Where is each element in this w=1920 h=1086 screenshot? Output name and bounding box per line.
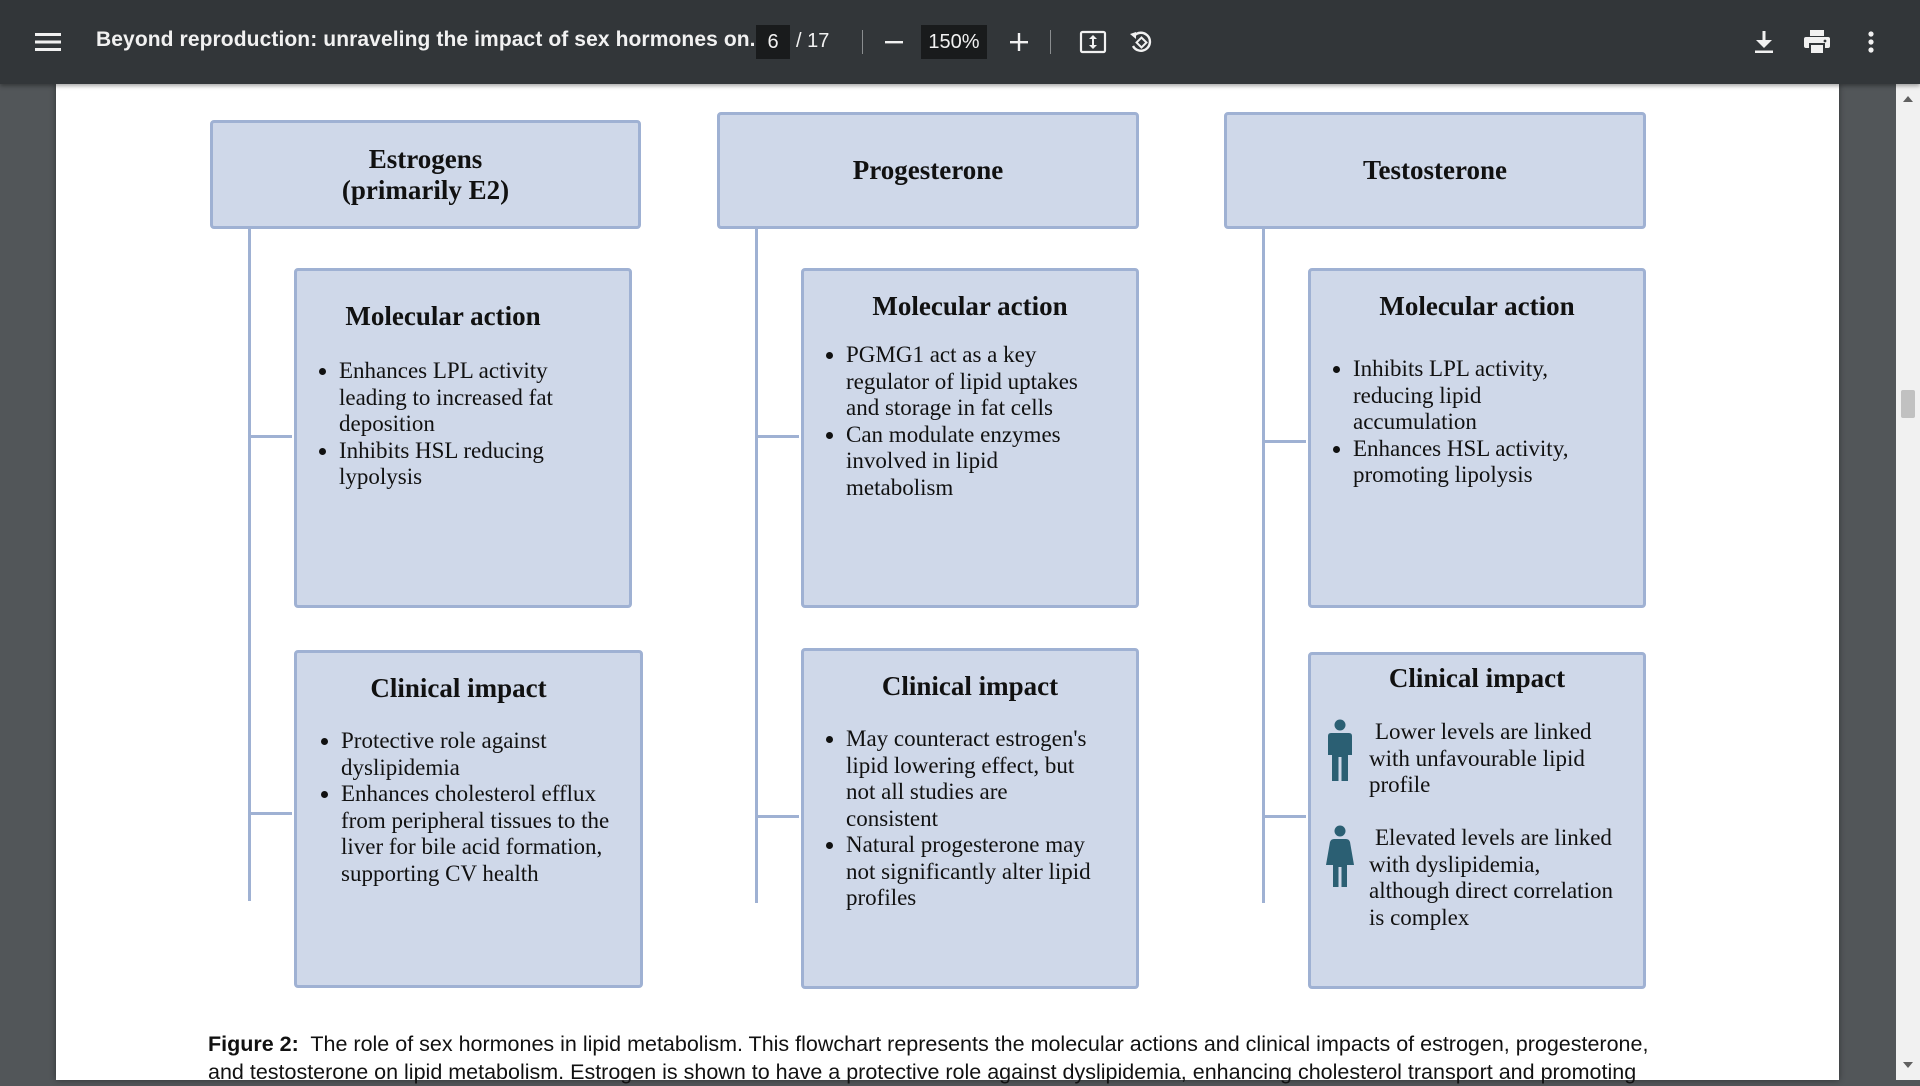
estrogens-molecular-box: Molecular action Enhances LPL activity l… xyxy=(294,268,632,608)
caption-label: Figure 2: xyxy=(208,1032,299,1056)
pdf-page: Estrogens (primarily E2) Molecular actio… xyxy=(56,84,1839,1084)
connector-line xyxy=(248,812,292,815)
testosterone-header-box: Testosterone xyxy=(1224,112,1646,229)
pdf-toolbar: Beyond reproduction: unraveling the impa… xyxy=(0,0,1920,84)
figure-2-flowchart: Estrogens (primarily E2) Molecular actio… xyxy=(56,84,1839,1084)
fit-page-icon[interactable] xyxy=(1073,22,1113,62)
estrogens-molecular-list: Enhances LPL activity leading to increas… xyxy=(297,358,599,491)
connector-line xyxy=(755,815,799,818)
list-item: Natural progesterone may not significant… xyxy=(846,832,1096,912)
progesterone-clinical-list: May counteract estrogen's lipid lowering… xyxy=(804,726,1096,912)
connector-line xyxy=(248,229,251,901)
connector-line xyxy=(248,435,292,438)
page-total: / 17 xyxy=(796,30,830,52)
female-person-icon xyxy=(1325,825,1369,931)
connector-line xyxy=(755,435,799,438)
list-item: PGMG1 act as a key regulator of lipid up… xyxy=(846,342,1096,422)
print-icon[interactable] xyxy=(1797,22,1837,62)
minus-icon[interactable] xyxy=(874,22,914,62)
progesterone-title: Progesterone xyxy=(852,155,1004,185)
progesterone-header-box: Progesterone xyxy=(717,112,1139,229)
list-item: Can modulate enzymes involved in lipid m… xyxy=(846,422,1096,502)
connector-line xyxy=(1262,815,1306,818)
male-person-icon xyxy=(1325,719,1369,799)
testosterone-molecular-box: Molecular action Inhibits LPL activity, … xyxy=(1308,268,1646,608)
zoom-input[interactable] xyxy=(921,25,987,59)
testosterone-clinical-box: Clinical impact Lower levels are linked … xyxy=(1308,652,1646,989)
plus-icon[interactable] xyxy=(999,22,1039,62)
caption-text-line2: and testosterone on lipid metabolism. Es… xyxy=(208,1060,1637,1084)
estrogens-title-line2: (primarily E2) xyxy=(341,174,510,205)
list-item: Inhibits HSL reducing lypolysis xyxy=(339,438,599,491)
testosterone-molecular-title: Molecular action xyxy=(1379,291,1575,321)
list-item: Inhibits LPL activity, reducing lipid ac… xyxy=(1353,356,1603,436)
estrogens-clinical-box: Clinical impact Protective role against … xyxy=(294,650,643,988)
download-icon[interactable] xyxy=(1744,22,1784,62)
clinical-female-text: Elevated levels are linked with dyslipid… xyxy=(1369,825,1613,930)
clinical-male-text: Lower levels are linked with unfavourabl… xyxy=(1369,719,1592,797)
connector-line xyxy=(1262,229,1265,903)
list-item: Enhances cholesterol efflux from periphe… xyxy=(341,781,611,887)
estrogens-molecular-title: Molecular action xyxy=(345,301,541,331)
estrogens-clinical-title: Clinical impact xyxy=(370,673,547,703)
rotate-icon[interactable] xyxy=(1121,22,1161,62)
progesterone-clinical-box: Clinical impact May counteract estrogen'… xyxy=(801,648,1139,989)
connector-line xyxy=(1262,440,1306,443)
vertical-scrollbar[interactable] xyxy=(1896,84,1920,1080)
progesterone-molecular-list: PGMG1 act as a key regulator of lipid up… xyxy=(804,342,1096,501)
figure-caption: Figure 2: The role of sex hormones in li… xyxy=(208,1030,1708,1086)
testosterone-clinical-title: Clinical impact xyxy=(1388,663,1566,693)
page-number-input[interactable] xyxy=(756,25,790,59)
scrollbar-thumb[interactable] xyxy=(1901,390,1915,418)
connector-line xyxy=(755,229,758,903)
estrogens-clinical-list: Protective role against dyslipidemia Enh… xyxy=(297,728,611,887)
estrogens-title-line1: Estrogens xyxy=(368,143,483,174)
toolbar-divider xyxy=(1050,30,1051,54)
testosterone-title: Testosterone xyxy=(1363,155,1507,185)
clinical-male-item: Lower levels are linked with unfavourabl… xyxy=(1325,719,1625,799)
list-item: Enhances LPL activity leading to increas… xyxy=(339,358,599,438)
scroll-up-arrow-icon[interactable] xyxy=(1902,90,1914,108)
more-vert-icon[interactable] xyxy=(1851,22,1891,62)
progesterone-clinical-title: Clinical impact xyxy=(881,671,1059,701)
toolbar-divider xyxy=(862,30,863,54)
document-title: Beyond reproduction: unraveling the impa… xyxy=(96,28,768,51)
caption-text-line1: The role of sex hormones in lipid metabo… xyxy=(310,1032,1649,1056)
list-item: Protective role against dyslipidemia xyxy=(341,728,611,781)
progesterone-molecular-title: Molecular action xyxy=(872,291,1068,321)
testosterone-molecular-list: Inhibits LPL activity, reducing lipid ac… xyxy=(1311,356,1603,489)
scroll-down-arrow-icon[interactable] xyxy=(1902,1056,1914,1074)
list-item: May counteract estrogen's lipid lowering… xyxy=(846,726,1096,832)
menu-icon[interactable] xyxy=(28,22,68,62)
list-item: Enhances HSL activity, promoting lipolys… xyxy=(1353,436,1603,489)
progesterone-molecular-box: Molecular action PGMG1 act as a key regu… xyxy=(801,268,1139,608)
clinical-female-item: Elevated levels are linked with dyslipid… xyxy=(1325,825,1625,931)
estrogens-header-box: Estrogens (primarily E2) xyxy=(210,120,641,229)
